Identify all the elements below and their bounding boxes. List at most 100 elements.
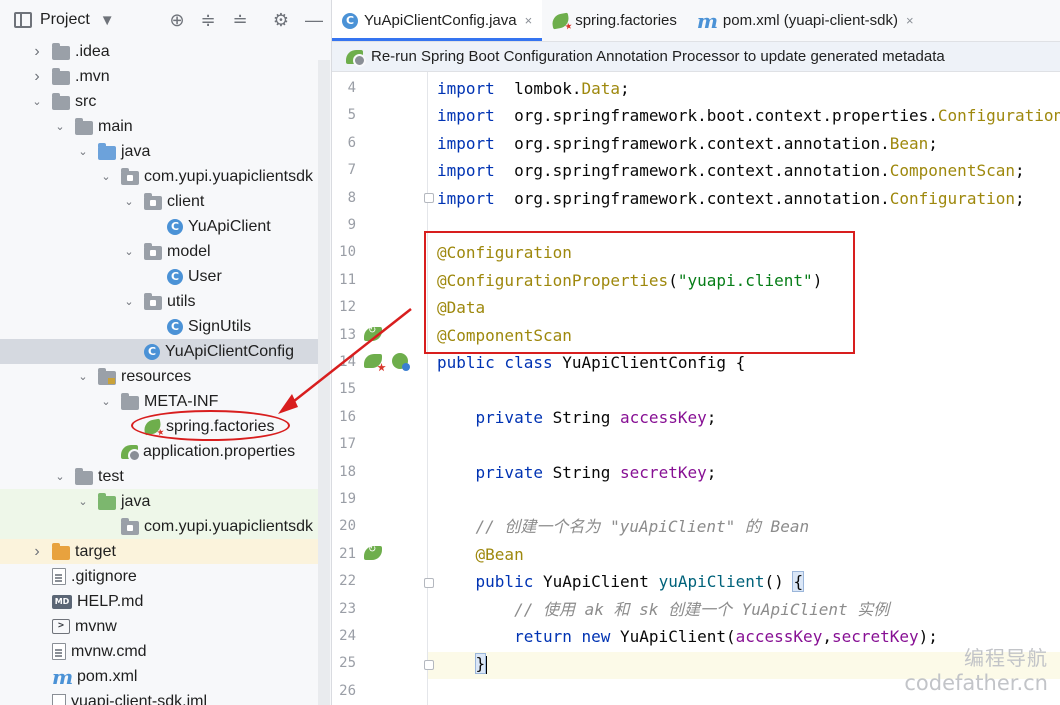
chevron-down-icon[interactable]: ⌄ [122, 295, 136, 308]
code-line[interactable]: import org.springframework.boot.context.… [437, 102, 1060, 129]
tree-item[interactable]: C SignUtils [0, 314, 318, 339]
notification-banner[interactable]: Re-run Spring Boot Configuration Annotat… [332, 42, 1060, 72]
code-line[interactable]: @Bean [437, 541, 524, 568]
tree-item[interactable]: mvnw.cmd [0, 639, 318, 664]
code-line[interactable]: } [437, 650, 488, 677]
fold-icon[interactable] [424, 660, 434, 670]
tree-item[interactable]: ⌄ resources [0, 364, 318, 389]
annotation-highlight-ellipse [131, 410, 290, 441]
fold-icon[interactable] [424, 578, 434, 588]
code-line[interactable]: // 使用 ak 和 sk 创建一个 YuApiClient 实例 [437, 596, 889, 623]
tree-item-label: User [188, 267, 222, 285]
tree-item[interactable]: ⌄ client [0, 189, 318, 214]
resources-folder-icon [98, 367, 116, 385]
editor-gutter[interactable]: 4 5 6 7 8 9 10 11 12 13 14 15 16 17 18 19 20 21 22 23 24 25 26 [332, 72, 428, 705]
tree-item[interactable]: ⌄ META-INF [0, 389, 318, 414]
code-token: () [764, 572, 794, 592]
tree-item[interactable]: yuapi-client-sdk.iml [0, 689, 318, 705]
chevron-right-icon[interactable]: › [30, 43, 44, 61]
code-line[interactable]: public YuApiClient yuApiClient() { [437, 568, 805, 595]
keyword-token: import [437, 161, 495, 181]
chevron-down-icon[interactable]: ⌄ [99, 395, 113, 408]
spring-config-icon[interactable] [392, 353, 410, 371]
chevron-down-icon[interactable]: ⌄ [76, 370, 90, 383]
line-number: 13 [339, 326, 356, 343]
line-number: 14 [339, 354, 356, 370]
chevron-down-icon[interactable]: ⌄ [30, 95, 44, 108]
code-token: org.springframework.boot.context.propert… [494, 106, 938, 126]
chevron-down-icon[interactable]: ⌄ [53, 120, 67, 133]
close-icon[interactable]: × [906, 13, 914, 28]
tree-item[interactable]: C User [0, 264, 318, 289]
locate-icon[interactable]: ⊕ [166, 9, 188, 31]
line-number: 26 [339, 682, 356, 699]
tree-item[interactable]: m pom.xml [0, 664, 318, 689]
code-line[interactable]: private String secretKey; [437, 459, 717, 486]
folder-icon [75, 117, 93, 135]
tree-item[interactable]: › target [0, 539, 330, 564]
chevron-right-icon[interactable]: › [30, 68, 44, 86]
chevron-down-icon[interactable]: ⌄ [122, 195, 136, 208]
line-number: 5 [347, 107, 356, 124]
code-line[interactable]: import org.springframework.context.annot… [437, 157, 1025, 184]
tree-item-label: application.properties [143, 442, 296, 460]
minimize-icon[interactable]: — [303, 9, 325, 31]
tab-yuapiclientconfig-java[interactable]: C YuApiClientConfig.java × [332, 0, 543, 41]
tree-item-label: target [75, 542, 116, 560]
collapse-all-icon[interactable]: ≐ [229, 9, 251, 31]
code-line[interactable]: // 创建一个名为 "yuApiClient" 的 Bean [437, 513, 810, 540]
line-number: 21 [339, 545, 356, 562]
line-number: 18 [339, 463, 356, 480]
gear-icon[interactable]: ⚙ [270, 9, 292, 31]
tree-item[interactable]: ⌄ model [0, 239, 318, 264]
chevron-down-icon[interactable]: ▼ [100, 12, 115, 29]
tree-item[interactable]: com.yupi.yuapiclientsdk [0, 514, 330, 539]
expand-all-icon[interactable]: ≑ [197, 9, 219, 31]
tree-item[interactable]: C YuApiClient [0, 214, 318, 239]
keyword-token: public class [437, 353, 553, 372]
line-number: 6 [347, 134, 356, 151]
project-panel-title[interactable]: Project [40, 11, 90, 29]
code-line[interactable]: return new YuApiClient(accessKey,secretK… [437, 623, 938, 650]
tab-spring-factories[interactable]: spring.factories [542, 0, 687, 41]
code-line[interactable]: import org.springframework.context.annot… [437, 130, 938, 157]
tree-item[interactable]: application.properties [0, 439, 318, 464]
tree-item[interactable]: ⌄ com.yupi.yuapiclientsdk [0, 164, 318, 189]
code-line[interactable]: import lombok.Data; [437, 75, 630, 102]
tree-item-label: .idea [75, 42, 110, 60]
tree-item[interactable]: ⌄ main [0, 114, 318, 139]
chevron-down-icon[interactable]: ⌄ [122, 245, 136, 258]
code-line[interactable]: import org.springframework.context.annot… [437, 185, 1025, 212]
tree-item[interactable]: ⌄ test [0, 464, 318, 489]
chevron-down-icon[interactable]: ⌄ [53, 470, 67, 483]
chevron-down-icon[interactable]: ⌄ [99, 170, 113, 183]
tab-pom-xml[interactable]: m pom.xml (yuapi-client-sdk) × [687, 0, 924, 41]
tree-item[interactable]: › .mvn [0, 64, 318, 89]
tree-item[interactable]: .gitignore [0, 564, 318, 589]
tree-item[interactable]: › .idea [0, 39, 318, 64]
code-line[interactable]: private String accessKey; [437, 404, 717, 431]
markdown-icon: MD [52, 594, 72, 609]
tree-item[interactable]: ⌄ src [0, 89, 318, 114]
tree-item[interactable]: ⌄ java [0, 489, 330, 514]
chevron-down-icon[interactable]: ⌄ [76, 495, 90, 508]
tree-item[interactable]: ⌄ java [0, 139, 318, 164]
tree-item-label: pom.xml [77, 667, 138, 685]
code-token: ; [1014, 188, 1025, 208]
line-number: 19 [339, 491, 356, 507]
tree-item[interactable]: C YuApiClientConfig [0, 339, 318, 364]
maven-icon: m [52, 664, 74, 689]
tree-item[interactable]: MD HELP.md [0, 589, 318, 614]
chevron-down-icon[interactable]: ⌄ [76, 145, 90, 158]
iml-icon [52, 693, 66, 705]
line-number: 20 [339, 518, 356, 535]
close-icon[interactable]: × [525, 13, 533, 28]
annotation-token: Configuration [889, 188, 1015, 208]
chevron-right-icon[interactable]: › [30, 543, 44, 561]
tree-item[interactable]: ⌄ utils [0, 289, 318, 314]
fold-icon[interactable] [424, 193, 434, 203]
tree-item[interactable]: > mvnw [0, 614, 318, 639]
source-folder-icon [98, 142, 116, 160]
tree-scrollbar[interactable] [318, 60, 330, 705]
